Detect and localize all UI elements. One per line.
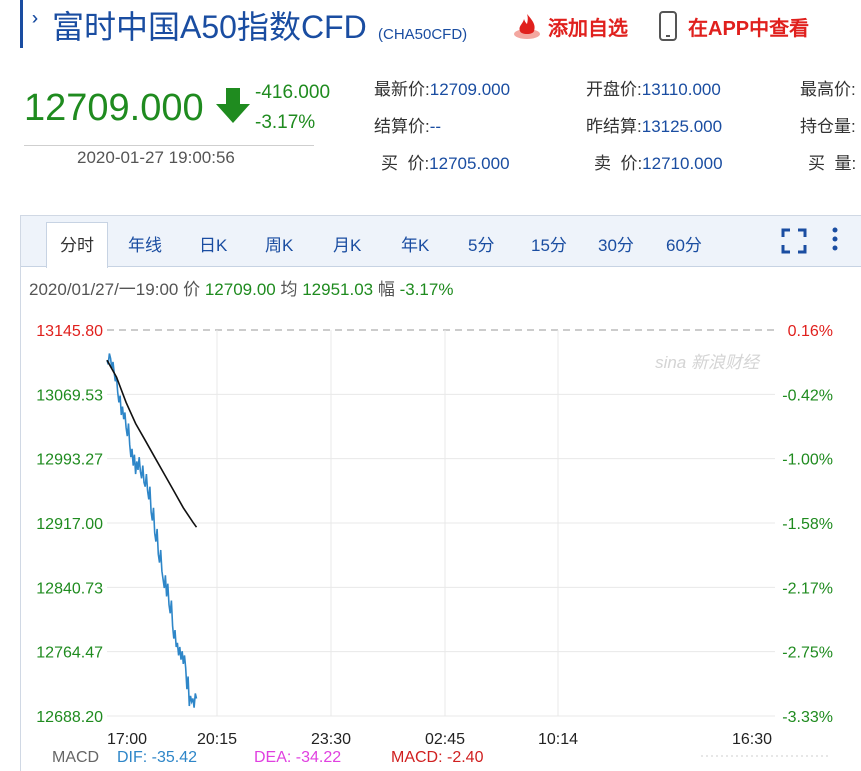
price-change-percent: -3.17% (255, 112, 316, 133)
y-tick-left: 13069.53 (36, 387, 103, 404)
field-label: 卖 价: (594, 154, 643, 173)
field-label: 买 量: (808, 154, 857, 173)
field-value: 13125.000 (641, 117, 723, 136)
symbol-code: (CHA50CFD) (378, 26, 468, 43)
y-tick-left: 12764.47 (36, 645, 103, 662)
y-tick-right: -2.17% (782, 580, 833, 597)
quote-panel: 12709.000 -416.000 -3.17% 2020-01-27 19:… (0, 60, 861, 190)
macd-label: MACD (52, 749, 99, 766)
field-value: 12710.000 (642, 154, 723, 173)
field-prev-settle: 昨结算:13125.000 (586, 112, 722, 137)
y-tick-right: -1.00% (782, 452, 833, 469)
field-high: 最高价: (800, 75, 856, 100)
x-tick-label: 20:15 (197, 731, 237, 748)
last-price: 12709.000 (24, 87, 204, 129)
price-change: -416.000 (255, 82, 331, 103)
y-tick-right: -0.42% (782, 387, 833, 404)
macd-value: MACD: -2.40 (391, 749, 484, 766)
y-tick-left: 13145.80 (36, 323, 103, 340)
page-title: 富时中国A50指数CFD (52, 9, 367, 45)
fire-icon (514, 14, 540, 39)
field-value: 12705.000 (429, 154, 510, 173)
intraday-chart[interactable]: 13145.80 0.16% 13069.53 -0.42% 12993.27 -1.00… (21, 216, 861, 771)
y-tick-right: 0.16% (788, 323, 833, 340)
view-in-app-button[interactable]: 在APP中查看 (658, 10, 809, 42)
field-label: 开盘价: (586, 80, 642, 99)
add-favorite-button[interactable]: 添加自选 (512, 10, 628, 42)
y-tick-left: 12917.00 (36, 516, 103, 533)
y-tick-right: -2.75% (782, 645, 833, 662)
field-label: 最高价: (800, 80, 856, 99)
add-favorite-label: 添加自选 (548, 17, 628, 40)
field-label: 结算价: (374, 117, 430, 136)
field-label: 昨结算: (586, 117, 642, 136)
y-tick-left: 12688.20 (36, 709, 103, 726)
field-label: 最新价: (374, 80, 430, 99)
y-tick-right: -3.33% (782, 709, 833, 726)
field-open: 开盘价:13110.000 (586, 75, 721, 100)
price-line (106, 353, 198, 708)
field-bid: 买 价:12705.000 (381, 149, 510, 174)
field-label: 持仓量: (800, 117, 856, 136)
watermark: sina 新浪财经 (655, 353, 761, 372)
view-in-app-label: 在APP中查看 (688, 17, 810, 40)
field-open-interest: 持仓量: (800, 112, 856, 137)
x-tick-label: 02:45 (425, 731, 465, 748)
field-value: -- (429, 117, 442, 136)
x-tick-label: 23:30 (311, 731, 351, 748)
field-settle: 结算价:-- (374, 112, 441, 137)
title-accent-bar (20, 0, 23, 48)
field-label: 买 价: (381, 154, 430, 173)
x-tick-label: 17:00 (107, 731, 147, 748)
chart-container: 分时 年线 日K 周K 月K 年K 5分 15分 30分 60分 2020/01… (20, 215, 861, 771)
field-bid-volume: 买 量: (808, 149, 856, 174)
y-tick-right: -1.58% (782, 516, 833, 533)
x-tick-label: 16:30 (732, 731, 772, 748)
y-tick-left: 12993.27 (36, 452, 103, 469)
macd-dif: DIF: -35.42 (117, 749, 197, 766)
field-value: 13110.000 (641, 80, 721, 99)
field-last: 最新价:12709.000 (374, 75, 510, 100)
macd-dea: DEA: -34.22 (254, 749, 341, 766)
field-value: 12709.000 (429, 80, 511, 99)
average-line (106, 359, 198, 528)
field-ask: 卖 价:12710.000 (594, 149, 723, 174)
mobile-phone-icon (659, 11, 677, 41)
y-tick-left: 12840.73 (36, 580, 103, 597)
x-tick-label: 10:14 (538, 731, 578, 748)
divider (24, 145, 314, 146)
title-bar: ››› 富时中国A50指数CFD (CHA50CFD) 添加自选 在APP中查看 (0, 0, 861, 50)
quote-timestamp: 2020-01-27 19:00:56 (77, 148, 235, 167)
arrow-down-icon (216, 88, 250, 123)
